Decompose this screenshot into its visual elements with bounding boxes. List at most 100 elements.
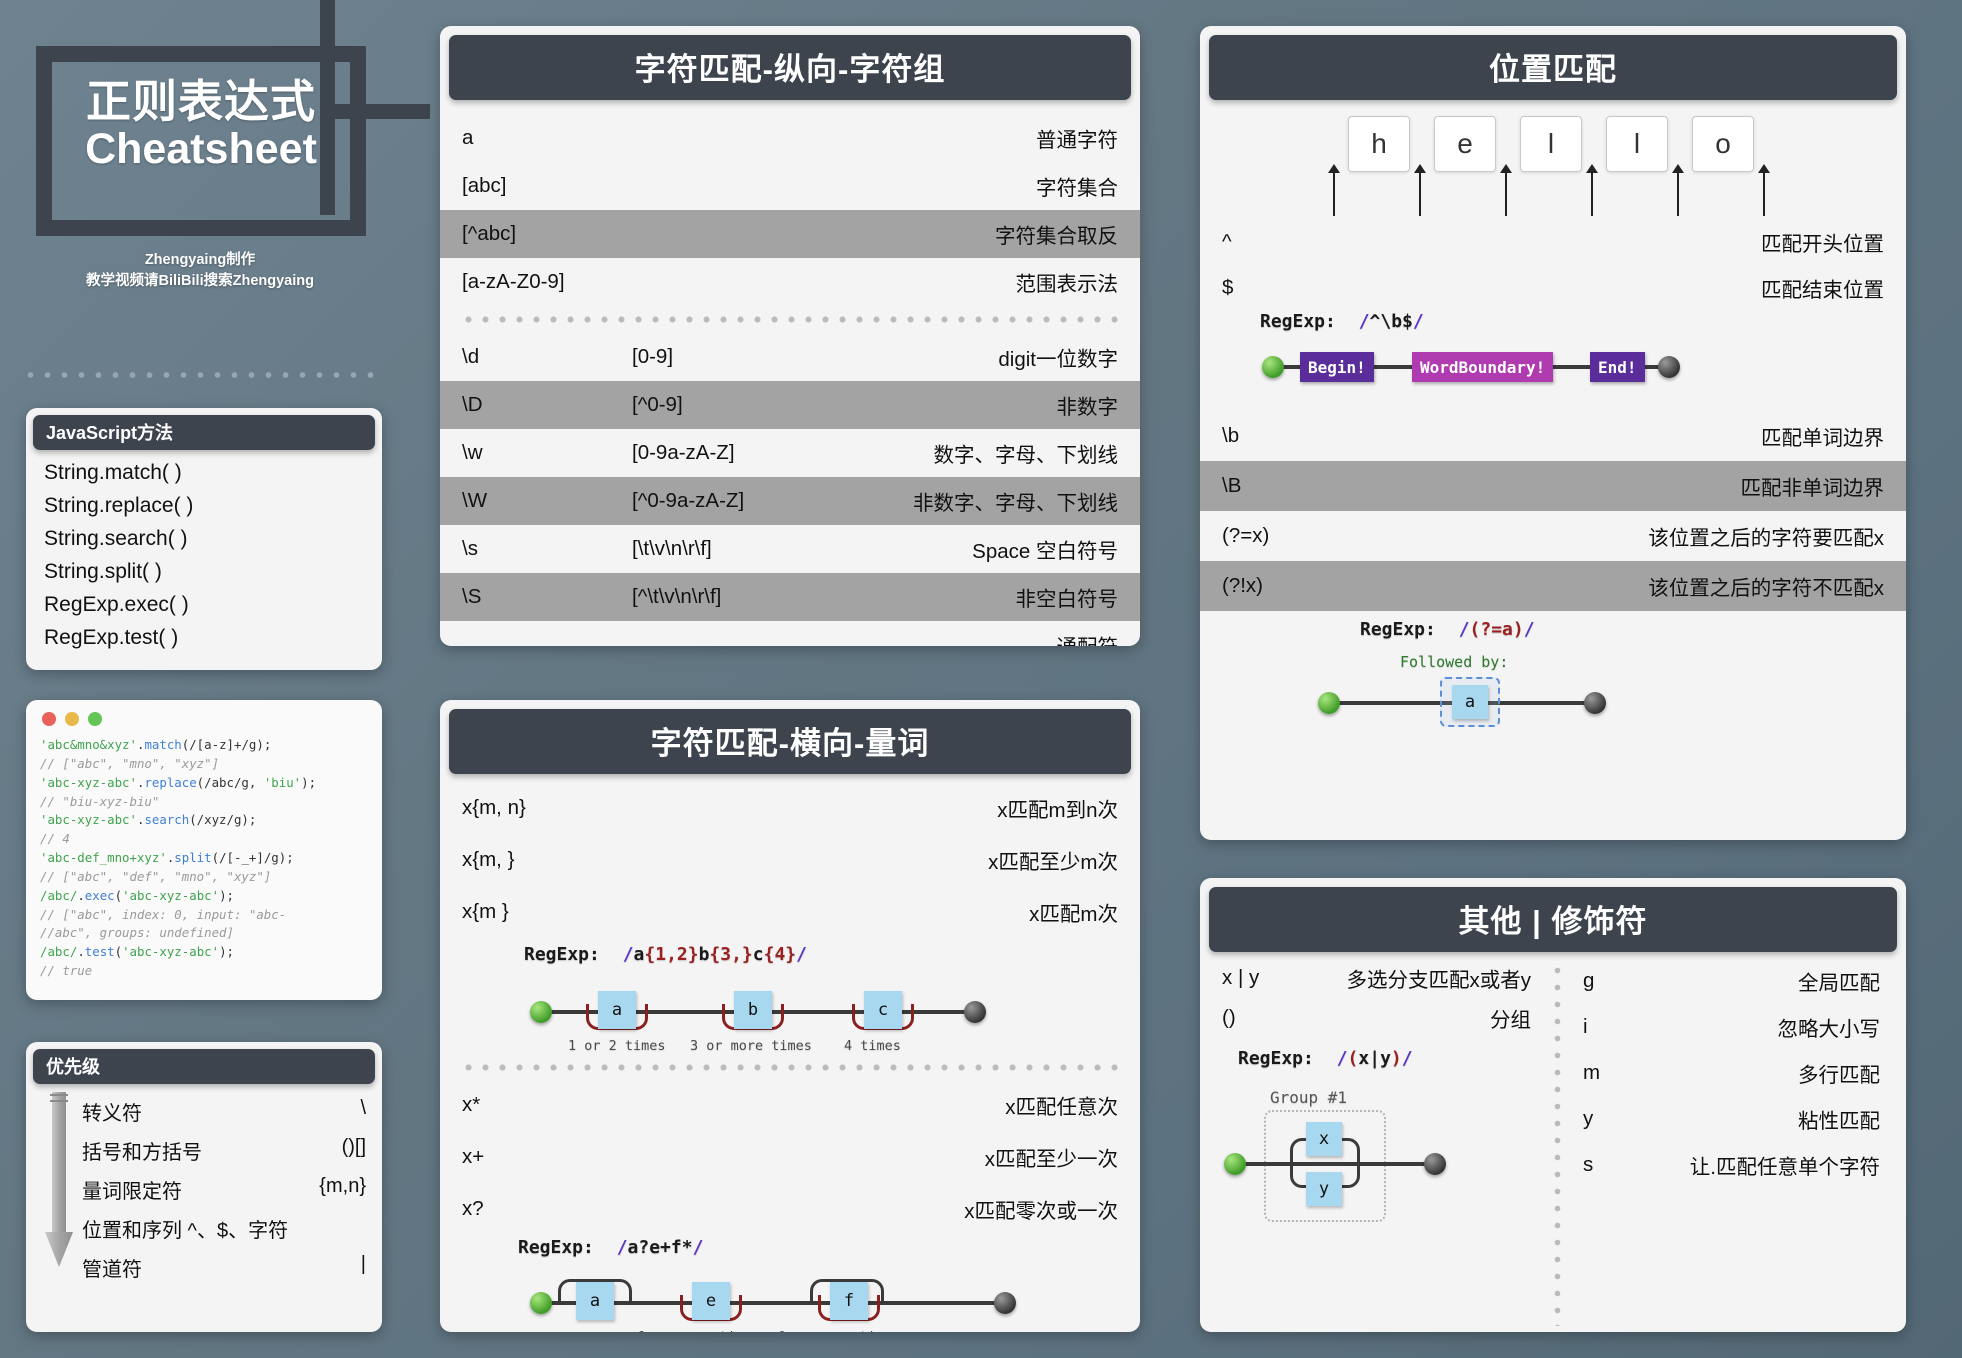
cell-token: \d bbox=[462, 345, 480, 368]
cell-token: \w bbox=[462, 441, 483, 464]
priority-row: 转义符 \ bbox=[26, 1092, 382, 1131]
priority-name: 位置和序列 ^、$、字符 bbox=[82, 1220, 289, 1242]
table-row[interactable]: \b 匹配单词边界 bbox=[1200, 411, 1906, 461]
page-title-line2: Cheatsheet bbox=[85, 125, 317, 174]
cell-equiv: [0-9a-zA-Z] bbox=[632, 441, 735, 464]
regexp-token: {4} bbox=[763, 944, 797, 965]
diagram-start-node bbox=[1224, 1153, 1246, 1175]
table-row[interactable]: (?!x) 该位置之后的字符不匹配x bbox=[1200, 561, 1906, 611]
table-row[interactable]: \d [0-9] digit一位数字 bbox=[440, 333, 1140, 381]
priority-row: 管道符 | bbox=[26, 1248, 382, 1287]
regexp-pattern: /(x|y)/ bbox=[1337, 1048, 1413, 1069]
table-row[interactable]: y 粘性匹配 bbox=[1553, 1096, 1906, 1142]
cell-desc: 该位置之后的字符要匹配x bbox=[1648, 527, 1884, 550]
list-item[interactable]: String.split( ) bbox=[26, 555, 382, 588]
diagram-token: b bbox=[734, 991, 772, 1029]
code-token: (/xyz/g); bbox=[189, 812, 257, 828]
regexp-token: c bbox=[752, 944, 764, 965]
hello-letter-box: l bbox=[1606, 116, 1668, 172]
list-item[interactable]: RegExp.test( ) bbox=[26, 621, 382, 654]
table-row[interactable]: g 全局匹配 bbox=[1553, 958, 1906, 1004]
cell-flag: m bbox=[1583, 1061, 1601, 1084]
table-row[interactable]: . 通配符 bbox=[440, 621, 1140, 646]
table-row[interactable]: \D [^0-9] 非数字 bbox=[440, 381, 1140, 429]
regexp-token: ( bbox=[1347, 1048, 1359, 1069]
code-token: (/[a-z]+/g); bbox=[181, 737, 272, 752]
table-row[interactable]: \W [^0-9a-zA-Z] 非数字、字母、下划线 bbox=[440, 477, 1140, 525]
diagram-caption: 3 or more times bbox=[690, 1038, 812, 1054]
diagram-start-node bbox=[1262, 356, 1284, 378]
table-row[interactable]: [^abc] 字符集合取反 bbox=[440, 210, 1140, 258]
table-row[interactable]: x+ x匹配至少一次 bbox=[440, 1131, 1140, 1183]
regexp-token: a?e+f* bbox=[627, 1237, 693, 1258]
table-row[interactable]: \B 匹配非单词边界 bbox=[1200, 461, 1906, 511]
section-divider bbox=[460, 1062, 1120, 1073]
cell-token: \s bbox=[462, 537, 478, 560]
regexp-prefix: RegExp: bbox=[524, 944, 600, 965]
code-block: 'abc&mno&xyz'.match(/[a-z]+/g);// ["abc"… bbox=[26, 732, 382, 995]
table-row[interactable]: m 多行匹配 bbox=[1553, 1050, 1906, 1096]
diagram-caption: 0 or more times bbox=[778, 1329, 900, 1332]
table-row[interactable]: x{m, n} x匹配m到n次 bbox=[440, 782, 1140, 834]
table-row[interactable]: x{m, } x匹配至少m次 bbox=[440, 834, 1140, 886]
cell-token: (?=x) bbox=[1222, 524, 1270, 547]
cell-token: \S bbox=[462, 585, 482, 608]
code-token: 'abc-xyz-abc' bbox=[40, 812, 137, 828]
priority-name: 管道符 bbox=[82, 1259, 142, 1281]
table-row[interactable]: [abc] 字符集合 bbox=[440, 162, 1140, 210]
keyword-end: End! bbox=[1590, 352, 1645, 382]
table-row[interactable]: ^ 匹配开头位置 bbox=[1200, 219, 1906, 265]
table-row[interactable]: i 忽略大小写 bbox=[1553, 1004, 1906, 1050]
position-arrow-icon bbox=[1758, 164, 1770, 216]
table-row[interactable]: a 普通字符 bbox=[440, 114, 1140, 162]
code-token: 'abc-xyz-abc' bbox=[122, 887, 220, 903]
table-row[interactable]: x? x匹配零次或一次 bbox=[440, 1183, 1140, 1235]
cell-desc: 字符集合 bbox=[1036, 177, 1118, 200]
table-row[interactable]: s 让.匹配任意单个字符 bbox=[1553, 1142, 1906, 1188]
cell-token: x+ bbox=[462, 1145, 485, 1168]
list-item[interactable]: String.match( ) bbox=[26, 456, 382, 489]
table-row[interactable]: (?=x) 该位置之后的字符要匹配x bbox=[1200, 511, 1906, 561]
table-row[interactable]: x | y 多选分支匹配x或者y bbox=[1200, 958, 1553, 998]
diagram-token: y bbox=[1306, 1172, 1342, 1206]
code-token: split bbox=[174, 850, 212, 866]
cell-desc: 分组 bbox=[1490, 1009, 1531, 1032]
hello-letter-box: l bbox=[1520, 116, 1582, 172]
table-row[interactable]: \s [\t\v\n\r\f] Space 空白符号 bbox=[440, 525, 1140, 573]
cell-desc: 数字、字母、下划线 bbox=[933, 444, 1119, 467]
railroad-diagram-quantifier-braces: RegExp: /a{1,2}b{3,}c{4}/ a 1 or 2 times… bbox=[440, 940, 1140, 1062]
regexp-token: / bbox=[1401, 1048, 1413, 1069]
priority-symbol: {m,n} bbox=[319, 1175, 366, 1197]
minimize-dot-icon[interactable] bbox=[65, 712, 79, 726]
code-line: 'abc-xyz-abc'.search(/xyz/g); bbox=[40, 811, 368, 830]
table-row[interactable]: $ 匹配结束位置 bbox=[1200, 265, 1906, 311]
list-item[interactable]: String.replace( ) bbox=[26, 489, 382, 522]
table-row[interactable]: \S [^\t\v\n\r\f] 非空白符号 bbox=[440, 573, 1140, 621]
cell-desc: 忽略大小写 bbox=[1777, 1018, 1881, 1041]
table-row[interactable]: x{m } x匹配m次 bbox=[440, 886, 1140, 938]
cell-token: x* bbox=[462, 1093, 481, 1116]
other-modifier-header: 其他 | 修饰符 bbox=[1209, 887, 1897, 952]
table-row[interactable]: [a-zA-Z0-9] 范围表示法 bbox=[440, 258, 1140, 306]
quantifier-card: 字符匹配-横向-量词 x{m, n} x匹配m到n次 x{m, } x匹配至少m… bbox=[440, 700, 1140, 1332]
code-token: // ["abc", index: 0, input: "abc- bbox=[40, 906, 287, 922]
railroad-diagram-quantifier-symbols: RegExp: /a?e+f*/ a e 1 or more times f 0… bbox=[440, 1235, 1140, 1332]
code-token: ( bbox=[114, 944, 123, 960]
cell-desc: 匹配开头位置 bbox=[1761, 233, 1884, 256]
cell-desc: 范围表示法 bbox=[1015, 273, 1119, 296]
close-dot-icon[interactable] bbox=[42, 712, 56, 726]
table-row[interactable]: \w [0-9a-zA-Z] 数字、字母、下划线 bbox=[440, 429, 1140, 477]
diagram-end-node bbox=[1658, 356, 1680, 378]
list-item[interactable]: String.search( ) bbox=[26, 522, 382, 555]
cell-token: [^abc] bbox=[462, 222, 517, 245]
keyword-wordboundary: WordBoundary! bbox=[1412, 352, 1554, 382]
javascript-methods-list: String.match( ) String.replace( ) String… bbox=[26, 450, 382, 664]
list-item[interactable]: RegExp.exec( ) bbox=[26, 588, 382, 621]
maximize-dot-icon[interactable] bbox=[88, 712, 102, 726]
regexp-token: / bbox=[1523, 619, 1535, 640]
regexp-prefix: RegExp: bbox=[518, 1237, 594, 1258]
table-row[interactable]: () 分组 bbox=[1200, 998, 1553, 1038]
table-row[interactable]: x* x匹配任意次 bbox=[440, 1079, 1140, 1131]
regexp-token: x|y bbox=[1358, 1048, 1391, 1069]
cell-desc: 非数字、字母、下划线 bbox=[913, 492, 1118, 515]
